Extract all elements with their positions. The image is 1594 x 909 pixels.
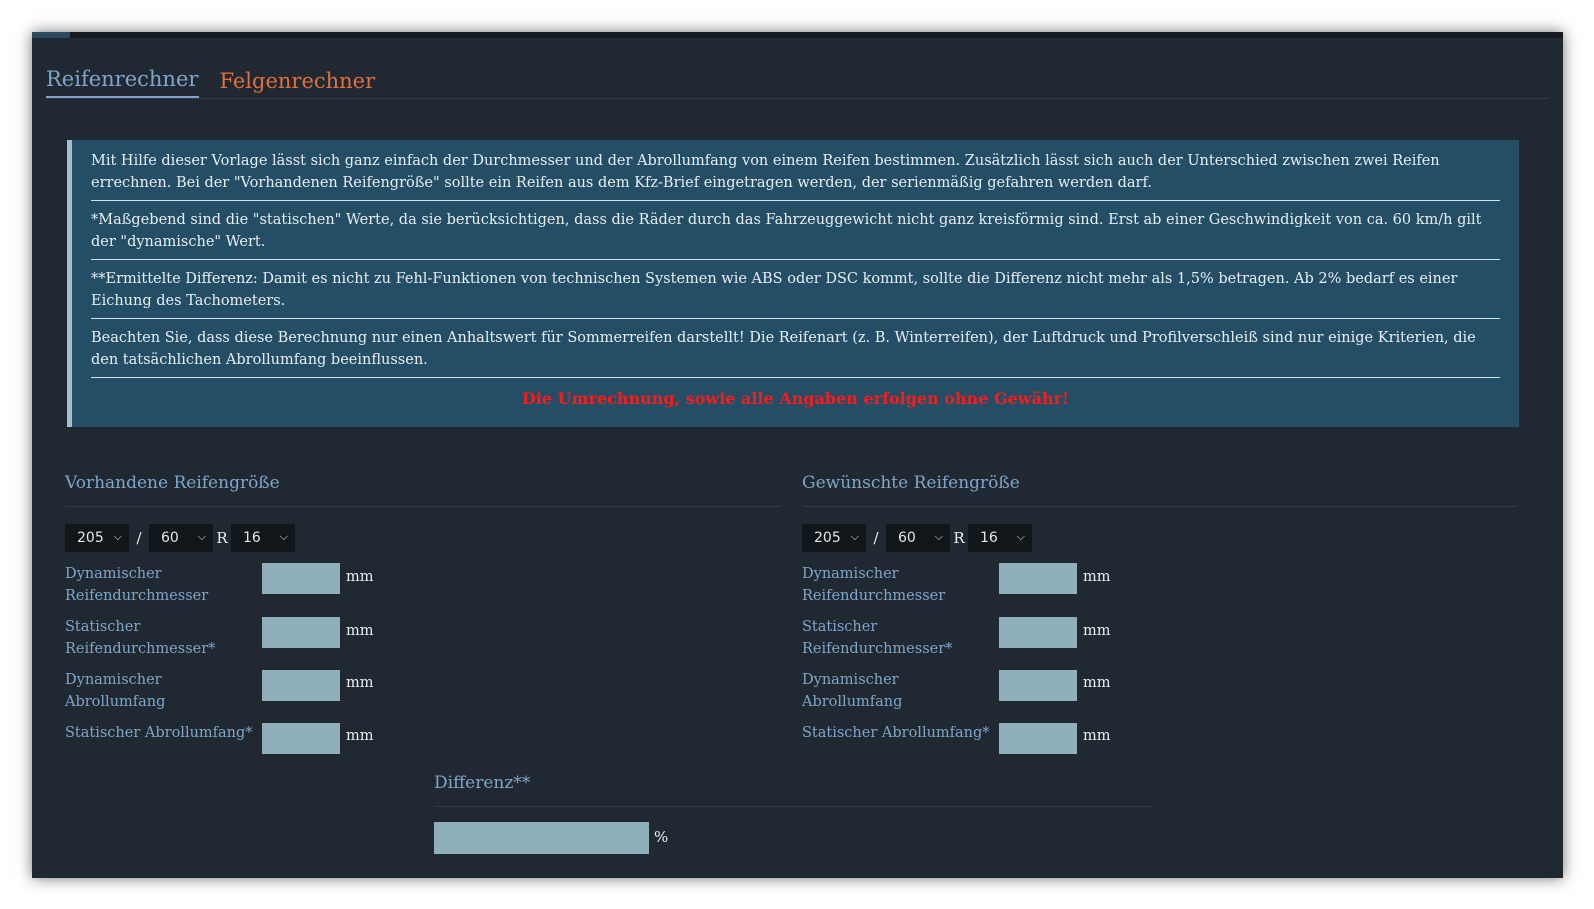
unit-label: mm — [1083, 623, 1111, 639]
desired-dynamic-circumference-field[interactable] — [999, 670, 1077, 701]
difference-panel: Differenz** % — [434, 772, 1152, 854]
desired-tire-panel: Gewünschte Reifengröße 205 ⌵ / 60 ⌵ R 16… — [802, 472, 1518, 775]
current-dynamic-diameter-label: Dynamischer Reifendurchmesser — [65, 566, 209, 604]
info-paragraph-difference: **Ermittelte Differenz: Damit es nicht z… — [91, 271, 1458, 309]
current-tire-panel: Vorhandene Reifengröße 205 ⌵ / 60 ⌵ R 16… — [65, 472, 781, 775]
desired-width-select[interactable]: 205 ⌵ — [802, 524, 866, 552]
current-ratio-select[interactable]: 60 ⌵ — [149, 524, 213, 552]
desired-ratio-value: 60 — [898, 530, 916, 546]
current-tire-title: Vorhandene Reifengröße — [65, 472, 781, 507]
unit-label: mm — [1083, 675, 1111, 691]
info-box: Mit Hilfe dieser Vorlage lässt sich ganz… — [67, 140, 1519, 427]
desired-static-diameter-label: Statischer Reifendurchmesser* — [802, 619, 953, 657]
tab-felgenrechner[interactable]: Felgenrechner — [219, 70, 376, 98]
current-width-value: 205 — [77, 530, 104, 546]
desired-dynamic-circumference-label: Dynamischer Abrollumfang — [802, 672, 903, 710]
current-dynamic-diameter-row: Dynamischer Reifendurchmesser mm — [65, 563, 781, 616]
disclaimer-text: Die Umrechnung, sowie alle Angaben erfol… — [521, 389, 1070, 408]
chevron-down-icon: ⌵ — [934, 530, 943, 543]
percent-unit-label: % — [654, 828, 669, 846]
desired-static-circumference-row: Statischer Abrollumfang* mm — [802, 722, 1518, 775]
unit-label: mm — [346, 569, 374, 585]
current-static-diameter-label: Statischer Reifendurchmesser* — [65, 619, 216, 657]
chevron-down-icon: ⌵ — [1016, 530, 1025, 543]
calculator-tabs: Reifenrechner Felgenrechner — [46, 68, 1549, 99]
desired-width-value: 205 — [814, 530, 841, 546]
desired-static-diameter-field[interactable] — [999, 617, 1077, 648]
calculator-window: Reifenrechner Felgenrechner Mit Hilfe di… — [32, 32, 1563, 878]
top-navigation-bar — [32, 32, 1563, 38]
divider — [91, 377, 1500, 378]
info-paragraph-static: *Maßgebend sind die "statischen" Werte, … — [91, 212, 1482, 250]
current-rim-value: 16 — [243, 530, 261, 546]
divider — [91, 318, 1500, 319]
chevron-down-icon: ⌵ — [279, 530, 288, 543]
desired-dynamic-circumference-row: Dynamischer Abrollumfang mm — [802, 669, 1518, 722]
divider — [91, 200, 1500, 201]
desired-tire-size-selectors: 205 ⌵ / 60 ⌵ R 16 ⌵ — [802, 523, 1518, 553]
current-dynamic-diameter-field[interactable] — [262, 563, 340, 594]
top-bar-accent — [32, 32, 70, 38]
slash-separator: / — [873, 529, 879, 547]
chevron-down-icon: ⌵ — [113, 530, 122, 543]
unit-label: mm — [346, 623, 374, 639]
unit-label: mm — [1083, 569, 1111, 585]
current-static-diameter-row: Statischer Reifendurchmesser* mm — [65, 616, 781, 669]
current-static-circumference-field[interactable] — [262, 723, 340, 754]
chevron-down-icon: ⌵ — [850, 530, 859, 543]
difference-field[interactable] — [434, 822, 649, 854]
unit-label: mm — [1083, 728, 1111, 744]
chevron-down-icon: ⌵ — [197, 530, 206, 543]
desired-static-circumference-label: Statischer Abrollumfang* — [802, 725, 990, 741]
r-separator: R — [953, 529, 965, 547]
desired-dynamic-diameter-label: Dynamischer Reifendurchmesser — [802, 566, 946, 604]
desired-static-diameter-row: Statischer Reifendurchmesser* mm — [802, 616, 1518, 669]
r-separator: R — [216, 529, 228, 547]
desired-ratio-select[interactable]: 60 ⌵ — [886, 524, 950, 552]
current-ratio-value: 60 — [161, 530, 179, 546]
current-dynamic-circumference-field[interactable] — [262, 670, 340, 701]
current-rim-select[interactable]: 16 ⌵ — [231, 524, 295, 552]
current-tire-size-selectors: 205 ⌵ / 60 ⌵ R 16 ⌵ — [65, 523, 781, 553]
desired-dynamic-diameter-field[interactable] — [999, 563, 1077, 594]
unit-label: mm — [346, 728, 374, 744]
current-static-diameter-field[interactable] — [262, 617, 340, 648]
info-paragraph-note: Beachten Sie, dass diese Berechnung nur … — [91, 330, 1476, 368]
desired-tire-title: Gewünschte Reifengröße — [802, 472, 1518, 507]
unit-label: mm — [346, 675, 374, 691]
current-width-select[interactable]: 205 ⌵ — [65, 524, 129, 552]
current-static-circumference-label: Statischer Abrollumfang* — [65, 725, 253, 741]
current-dynamic-circumference-label: Dynamischer Abrollumfang — [65, 672, 166, 710]
desired-dynamic-diameter-row: Dynamischer Reifendurchmesser mm — [802, 563, 1518, 616]
tab-reifenrechner[interactable]: Reifenrechner — [46, 68, 200, 98]
info-paragraph-intro: Mit Hilfe dieser Vorlage lässt sich ganz… — [91, 153, 1440, 191]
desired-rim-value: 16 — [980, 530, 998, 546]
difference-title: Differenz** — [434, 772, 1152, 807]
slash-separator: / — [136, 529, 142, 547]
current-dynamic-circumference-row: Dynamischer Abrollumfang mm — [65, 669, 781, 722]
current-static-circumference-row: Statischer Abrollumfang* mm — [65, 722, 781, 775]
desired-rim-select[interactable]: 16 ⌵ — [968, 524, 1032, 552]
desired-static-circumference-field[interactable] — [999, 723, 1077, 754]
divider — [91, 259, 1500, 260]
